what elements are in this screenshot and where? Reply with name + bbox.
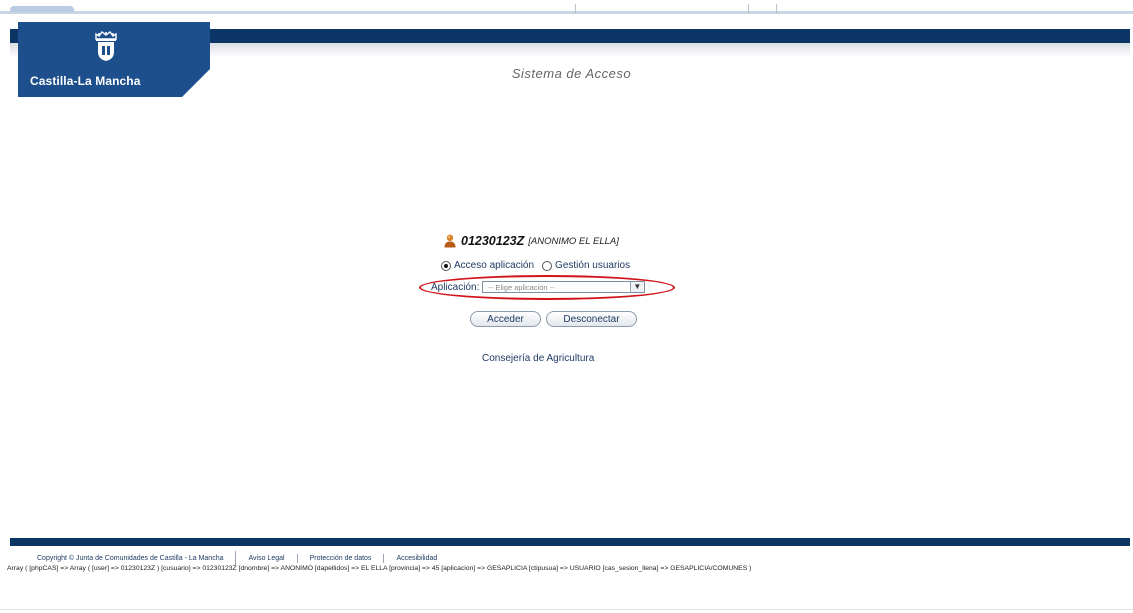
footer-links: Copyright © Junta de Comunidades de Cast… — [37, 551, 437, 565]
browser-chrome-divider — [0, 11, 1133, 14]
proteccion-datos-link[interactable]: Protección de datos — [310, 555, 372, 562]
user-info: 01230123Z [ANONIMO EL ELLA] — [444, 233, 619, 249]
application-select[interactable]: -- Elige aplicación -- ▼ — [482, 281, 646, 293]
footer-divider — [296, 553, 298, 563]
footer-bar — [10, 538, 1130, 546]
radio-acceso-aplicacion[interactable] — [441, 260, 451, 271]
footer-divider — [383, 553, 385, 563]
user-id: 01230123Z — [461, 234, 525, 248]
chevron-down-icon[interactable]: ▼ — [630, 282, 644, 292]
coat-of-arms-icon — [95, 31, 117, 61]
aviso-legal-link[interactable]: Aviso Legal — [248, 555, 284, 562]
access-mode-group: Acceso aplicación Gestión usuarios — [441, 260, 638, 271]
debug-output: Array ( [phpCAS] => Array ( [user] => 01… — [7, 565, 752, 572]
browser-tab[interactable] — [10, 6, 74, 12]
radio-label-acceso-aplicacion[interactable]: Acceso aplicación — [454, 260, 534, 271]
application-row: Aplicación: -- Elige aplicación -- ▼ — [431, 281, 646, 293]
acceder-button[interactable]: Acceder — [470, 311, 541, 327]
application-label: Aplicación: — [431, 281, 480, 293]
application-select-value: -- Elige aplicación -- — [488, 283, 555, 292]
browser-chrome-separator — [575, 4, 576, 14]
user-icon — [444, 234, 456, 248]
user-name: [ANONIMO EL ELLA] — [528, 235, 619, 247]
radio-gestion-usuarios[interactable] — [542, 260, 553, 271]
browser-chrome-separator — [748, 4, 749, 14]
desconectar-button[interactable]: Desconectar — [546, 311, 637, 327]
page-bottom-border — [0, 609, 1133, 610]
page-title: Sistema de Acceso — [511, 66, 632, 81]
organization-name: Consejería de Agricultura — [482, 353, 595, 364]
browser-chrome-separator — [776, 4, 777, 14]
copyright-text: Copyright © Junta de Comunidades de Cast… — [37, 554, 224, 562]
accesibilidad-link[interactable]: Accesibilidad — [396, 555, 437, 562]
footer-divider — [235, 551, 237, 565]
radio-label-gestion-usuarios[interactable]: Gestión usuarios — [555, 260, 630, 271]
